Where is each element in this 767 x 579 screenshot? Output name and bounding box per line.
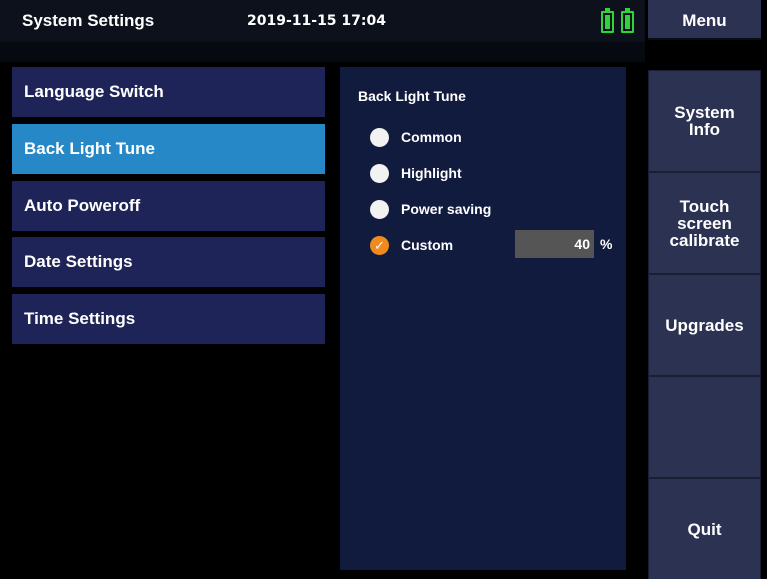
right-menu: System Info Touch screen calibrate Upgrades… (648, 70, 761, 579)
custom-value-input[interactable]: 40 (515, 230, 594, 258)
nav-item-date-settings[interactable]: Date Settings (12, 237, 325, 287)
checkmark-icon[interactable]: ✓ (370, 235, 389, 255)
nav-item-time-settings[interactable]: Time Settings (12, 294, 325, 344)
radio-icon[interactable] (370, 127, 389, 147)
battery-icon (621, 8, 634, 33)
option-label: Custom (401, 237, 454, 253)
back-light-panel: Back Light Tune Common Highlight Power s… (340, 67, 626, 570)
button-label: Info (688, 120, 721, 139)
touch-screen-calibrate-button[interactable]: Touch screen calibrate (648, 172, 761, 274)
menu-header: Menu (648, 0, 761, 40)
button-label: calibrate (669, 230, 740, 250)
button-label: Upgrades (665, 315, 744, 335)
nav-item-language-switch[interactable]: Language Switch (12, 67, 325, 117)
custom-unit: % (600, 236, 613, 252)
radio-icon[interactable] (370, 163, 389, 183)
quit-button[interactable]: Quit (648, 478, 761, 579)
battery-icon (601, 8, 614, 33)
upgrades-button[interactable]: Upgrades (648, 274, 761, 376)
nav-item-back-light-tune[interactable]: Back Light Tune (12, 124, 325, 174)
nav-item-auto-poweroff[interactable]: Auto Poweroff (12, 181, 325, 231)
option-custom[interactable]: ✓ Custom (370, 235, 453, 255)
option-label: Highlight (401, 165, 462, 181)
option-common[interactable]: Common (370, 127, 462, 147)
button-label: Touch (679, 196, 730, 216)
option-label: Power saving (401, 201, 492, 217)
button-label: screen (677, 213, 732, 233)
empty-menu-button[interactable] (648, 376, 761, 478)
status-bar: System Settings 2019-11-15 17:04 (0, 0, 645, 42)
radio-icon[interactable] (370, 199, 389, 219)
system-info-button[interactable]: System Info (648, 70, 761, 172)
option-highlight[interactable]: Highlight (370, 163, 462, 183)
datetime: 2019-11-15 17:04 (247, 13, 386, 29)
button-label: Quit (687, 519, 722, 539)
page-title: System Settings (22, 11, 155, 30)
panel-title: Back Light Tune (358, 88, 466, 104)
option-label: Common (401, 129, 462, 145)
button-label: System (674, 103, 735, 122)
header-divider (0, 42, 645, 62)
option-power-saving[interactable]: Power saving (370, 199, 491, 219)
